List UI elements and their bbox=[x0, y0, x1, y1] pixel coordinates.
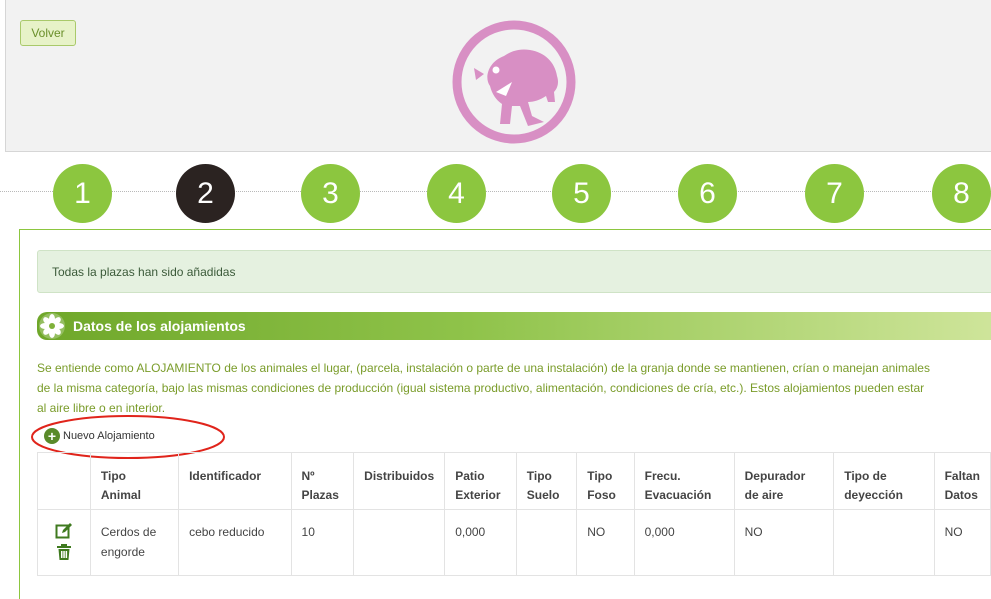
success-alert: Todas la plazas han sido añadidas bbox=[37, 250, 991, 293]
section-title: Datos de los alojamientos bbox=[73, 318, 246, 334]
table-header-row: Tipo Animal Identificador Nº Plazas Distr… bbox=[37, 452, 991, 510]
step-6[interactable]: 6 bbox=[678, 164, 737, 223]
header-identificador: Identificador bbox=[178, 452, 292, 510]
cell-identificador: cebo reducido bbox=[178, 509, 292, 576]
header-frecuencia: Frecu. Evacuación bbox=[633, 452, 735, 510]
cell-tipo-suelo bbox=[515, 509, 578, 576]
header-tipo-animal: Tipo Animal bbox=[89, 452, 180, 510]
cell-patio-exterior: 0,000 bbox=[444, 509, 517, 576]
trash-icon[interactable] bbox=[56, 543, 72, 561]
cell-faltan-datos: NO bbox=[933, 509, 991, 576]
alert-text: Todas la plazas han sido añadidas bbox=[52, 264, 236, 279]
cell-tipo-foso: NO bbox=[576, 509, 635, 576]
row-actions bbox=[37, 509, 91, 576]
pig-logo bbox=[452, 20, 576, 144]
leaf-badge-icon bbox=[39, 313, 65, 339]
description-line: Se entiende como ALOJAMIENTO de los anim… bbox=[37, 361, 930, 375]
header-distribuidos: Distribuidos bbox=[353, 452, 446, 510]
header-depurador: Depurador de aire bbox=[733, 452, 835, 510]
step-8[interactable]: 8 bbox=[932, 164, 991, 223]
accommodations-table: Tipo Animal Identificador Nº Plazas Distr… bbox=[37, 452, 991, 576]
header-actions bbox=[37, 452, 91, 510]
step-2[interactable]: 2 bbox=[176, 164, 235, 223]
section-description: Se entiende como ALOJAMIENTO de los anim… bbox=[37, 358, 991, 418]
cell-plazas: 10 bbox=[290, 509, 355, 576]
header-patio-exterior: Patio Exterior bbox=[444, 452, 517, 510]
header-plazas: Nº Plazas bbox=[290, 452, 355, 510]
header-tipo-foso: Tipo Foso bbox=[576, 452, 635, 510]
back-button[interactable]: Volver bbox=[20, 20, 76, 46]
header-tipo-suelo: Tipo Suelo bbox=[515, 452, 578, 510]
cell-distribuidos bbox=[353, 509, 446, 576]
header-faltan-datos: Faltan Datos bbox=[933, 452, 991, 510]
step-4[interactable]: 4 bbox=[427, 164, 486, 223]
cell-depurador: NO bbox=[733, 509, 835, 576]
edit-icon[interactable] bbox=[55, 522, 73, 540]
description-line: de la misma categoría, bajo las mismas c… bbox=[37, 381, 925, 395]
section-header: Datos de los alojamientos bbox=[37, 312, 991, 340]
cell-frecuencia: 0,000 bbox=[633, 509, 735, 576]
step-7[interactable]: 7 bbox=[805, 164, 864, 223]
cell-tipo-deyeccion bbox=[833, 509, 935, 576]
step-5[interactable]: 5 bbox=[552, 164, 611, 223]
step-3[interactable]: 3 bbox=[301, 164, 360, 223]
cell-tipo-animal: Cerdos de engorde bbox=[89, 509, 180, 576]
table-row: Cerdos de engorde cebo reducido 10 0,000 … bbox=[37, 509, 991, 576]
header-tipo-deyeccion: Tipo de deyección bbox=[833, 452, 935, 510]
step-navigation: 1 2 3 4 5 6 7 8 bbox=[0, 160, 991, 224]
step-1[interactable]: 1 bbox=[53, 164, 112, 223]
